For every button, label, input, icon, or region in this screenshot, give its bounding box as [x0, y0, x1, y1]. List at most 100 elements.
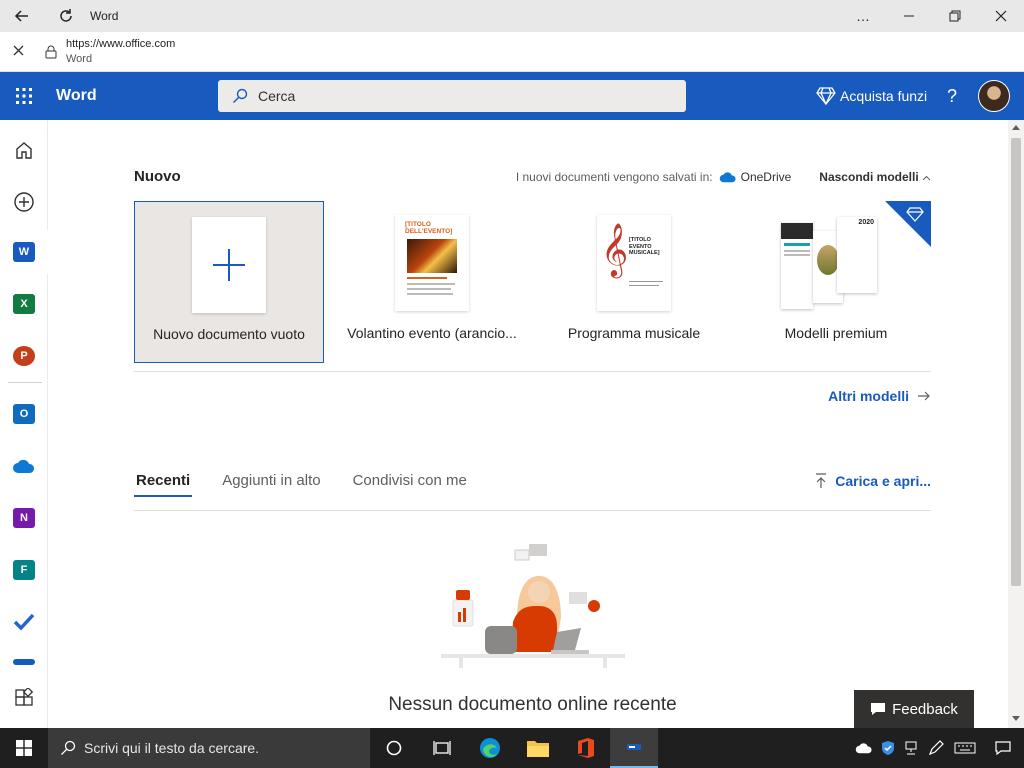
add-circle-icon	[14, 192, 34, 212]
back-button[interactable]	[0, 0, 44, 32]
office-icon	[578, 738, 594, 758]
blank-document-thumbnail	[192, 217, 266, 313]
saved-in-label: I nuovi documenti vengono salvati in:	[515, 169, 713, 184]
rail-all-apps[interactable]	[0, 676, 48, 720]
main-content: Nuovo I nuovi documenti vengono salvati …	[49, 120, 1008, 728]
storage-name: OneDrive	[740, 169, 792, 184]
scrollbar[interactable]	[1008, 120, 1024, 728]
template-premium[interactable]: 2020 Modelli premium	[741, 201, 931, 363]
windows-logo-icon	[16, 740, 32, 756]
rail-divider	[8, 382, 42, 383]
rail-onenote[interactable]: N	[0, 496, 48, 540]
feedback-label: Feedback	[892, 700, 958, 718]
rail-word[interactable]: W	[0, 230, 52, 274]
onedrive-link[interactable]: OneDrive	[719, 169, 792, 184]
minimize-button[interactable]	[886, 0, 932, 32]
notification-icon	[995, 741, 1011, 755]
rail-outlook[interactable]: O	[0, 392, 48, 436]
onedrive-icon	[13, 459, 35, 473]
rail-excel[interactable]: X	[0, 282, 48, 326]
start-button[interactable]	[0, 728, 48, 768]
feedback-icon	[871, 703, 886, 715]
taskbar-word-app[interactable]	[610, 728, 658, 768]
close-window-button[interactable]	[978, 0, 1024, 32]
chevron-up-icon	[922, 175, 931, 180]
rail-home[interactable]	[0, 128, 48, 172]
tray-onedrive[interactable]	[852, 728, 876, 768]
browser-titlebar: Word …	[0, 0, 1024, 32]
task-view-button[interactable]	[418, 728, 466, 768]
rail-more-app[interactable]	[0, 652, 48, 672]
search-input[interactable]: Cerca	[218, 80, 686, 112]
tray-keyboard[interactable]	[948, 728, 982, 768]
tray-security[interactable]	[876, 728, 900, 768]
pen-icon	[928, 740, 944, 756]
flyer-line	[407, 293, 453, 295]
refresh-button[interactable]	[44, 0, 88, 32]
close-icon	[13, 45, 23, 55]
buy-features-button[interactable]: Acquista funzi	[816, 87, 928, 105]
rail-create[interactable]	[0, 180, 48, 224]
tab-pinned[interactable]: Aggiunti in alto	[220, 472, 322, 497]
app-name[interactable]: Word	[56, 87, 218, 105]
lock-icon[interactable]	[36, 45, 66, 59]
rail-powerpoint[interactable]: P	[0, 334, 48, 378]
saved-in-text: I nuovi documenti vengono salvati in: On…	[516, 170, 791, 184]
template-event-flyer[interactable]: [TITOLO DELL'EVENTO] Volantino evento (a…	[337, 201, 527, 363]
forms-icon: F	[13, 560, 35, 580]
feedback-button[interactable]: Feedback	[854, 690, 974, 728]
search-icon	[233, 88, 248, 103]
premium-diamond-badge	[885, 201, 931, 247]
template-blank-document[interactable]: Nuovo documento vuoto	[134, 201, 324, 363]
restore-icon	[949, 10, 961, 22]
tab-recent[interactable]: Recenti	[134, 472, 193, 497]
template-music-program[interactable]: 𝄞 [TITOLO EVENTO MUSICALE] Programma mus…	[539, 201, 729, 363]
taskbar-search-placeholder: Scrivi qui il testo da cercare.	[84, 740, 260, 756]
app-header: Word Cerca Acquista funzi ?	[0, 72, 1024, 120]
template-label: Nuovo documento vuoto	[153, 326, 305, 342]
rail-onedrive[interactable]	[0, 444, 48, 488]
rail-todo[interactable]	[0, 600, 48, 644]
avatar[interactable]	[978, 80, 1010, 112]
more-options-button[interactable]: …	[840, 0, 886, 32]
help-button[interactable]: ?	[928, 86, 976, 107]
onedrive-icon	[719, 171, 736, 182]
more-templates-label: Altri modelli	[828, 388, 909, 404]
empty-state-illustration	[441, 544, 625, 668]
taskbar-office[interactable]	[562, 728, 610, 768]
music-thumb-title: [TITOLO EVENTO MUSICALE]	[629, 237, 660, 256]
scrollbar-thumb[interactable]	[1011, 138, 1021, 586]
onenote-icon: N	[13, 508, 35, 528]
close-app-button[interactable]	[0, 43, 36, 61]
tab-shared[interactable]: Condivisi con me	[351, 472, 469, 497]
powerpoint-icon: P	[13, 346, 35, 366]
taskbar-file-explorer[interactable]	[514, 728, 562, 768]
checkmark-icon	[13, 613, 35, 631]
flyer-line	[407, 283, 455, 285]
tray-notifications[interactable]	[982, 728, 1024, 768]
plus-icon	[213, 249, 245, 281]
search-icon	[61, 740, 76, 755]
app-icon	[13, 659, 35, 665]
tray-network[interactable]	[900, 728, 924, 768]
taskbar-edge[interactable]	[466, 728, 514, 768]
more-templates-link[interactable]: Altri modelli	[828, 388, 931, 404]
network-icon	[905, 741, 917, 755]
tray-pen[interactable]	[924, 728, 948, 768]
system-tray	[852, 728, 1024, 768]
flyer-line	[407, 288, 451, 290]
tabs-divider	[134, 510, 931, 511]
hide-templates-button[interactable]: Nascondi modelli	[819, 170, 931, 184]
upload-open-label: Carica e apri...	[835, 473, 931, 489]
app-launcher-button[interactable]	[0, 72, 48, 120]
new-section-title: Nuovo	[134, 168, 181, 185]
taskbar-search-input[interactable]: Scrivi qui il testo da cercare.	[48, 728, 370, 768]
restore-button[interactable]	[932, 0, 978, 32]
template-label: Volantino evento (arancio...	[347, 325, 517, 341]
keyboard-icon	[954, 742, 976, 754]
rail-forms[interactable]: F	[0, 548, 48, 592]
cortana-button[interactable]	[370, 728, 418, 768]
upload-open-button[interactable]: Carica e apri...	[815, 473, 931, 489]
app-window-icon	[627, 744, 641, 750]
url-text: https://www.office.com	[66, 37, 176, 50]
